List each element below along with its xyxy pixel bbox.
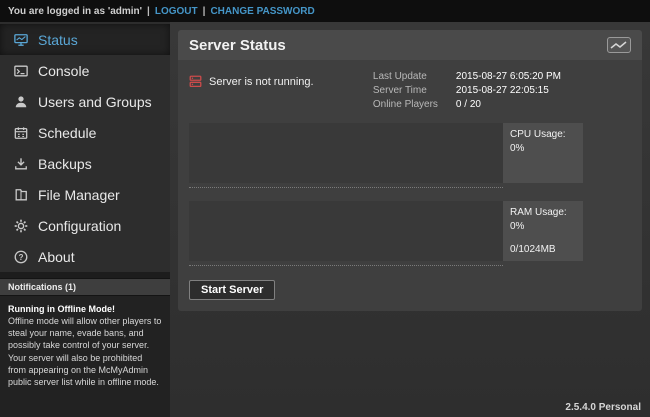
sidebar-item-console[interactable]: Console [0,55,170,86]
chart-view-icon[interactable] [607,37,631,53]
topbar: You are logged in as 'admin' | LOGOUT | … [0,0,650,22]
server-status-message: Server is not running. [209,76,314,88]
server-stats: Last Update 2015-08-27 6:05:20 PM Server T… [373,71,561,110]
notifications-header: Notifications (1) [0,278,170,296]
cpu-usage-label: CPU Usage: 0% [503,123,583,183]
file-manager-icon [13,187,28,202]
spacer [510,235,576,241]
backups-icon [13,156,28,171]
start-server-button[interactable]: Start Server [189,280,275,300]
ram-chart-column [189,201,503,266]
layout: Status Console Users and Groups Schedule Bac… [0,22,650,417]
page-title: Server Status [189,37,286,54]
notification-body: Offline mode will allow other players to… [8,315,162,388]
sidebar-item-file-manager[interactable]: File Manager [0,179,170,210]
schedule-icon [13,125,28,140]
status-row: Server is not running. Last Update 2015-0… [189,71,631,110]
ram-usage-title: RAM Usage: [510,207,576,218]
sidebar: Status Console Users and Groups Schedule Bac… [0,22,170,417]
console-icon [13,63,28,78]
notification-title: Running in Offline Mode! [8,303,162,315]
sidebar-item-label: About [38,249,75,265]
sidebar-item-label: Console [38,63,89,79]
sidebar-item-schedule[interactable]: Schedule [0,117,170,148]
panel-header: Server Status [178,30,642,60]
logged-in-text: You are logged in as 'admin' [8,6,142,17]
separator: | [203,6,206,17]
ram-chart-axis [189,265,503,266]
cpu-chart-column [189,123,503,188]
sidebar-item-configuration[interactable]: Configuration [0,210,170,241]
ram-usage-value: 0% [510,221,576,232]
sidebar-item-backups[interactable]: Backups [0,148,170,179]
server-error-icon [189,75,202,88]
status-icon [13,32,28,47]
cpu-usage-chart [189,123,503,183]
ram-usage-row: RAM Usage: 0% 0/1024MB [189,201,583,266]
about-icon: ? [13,249,28,264]
cpu-chart-axis [189,187,503,188]
ram-usage-chart [189,201,503,261]
sidebar-nav: Status Console Users and Groups Schedule Bac… [0,22,170,272]
panel-body: Server is not running. Last Update 2015-0… [178,60,642,311]
stat-value: 2015-08-27 22:05:15 [456,85,561,96]
sidebar-item-label: Backups [38,156,92,172]
sidebar-item-label: Status [38,32,78,48]
sidebar-item-about[interactable]: ? About [0,241,170,272]
logout-link[interactable]: LOGOUT [155,6,198,17]
stat-label: Online Players [373,99,438,110]
cpu-usage-value: 0% [510,143,576,154]
sidebar-item-label: File Manager [38,187,120,203]
sidebar-item-status[interactable]: Status [0,24,170,55]
stat-label: Last Update [373,71,438,82]
svg-text:?: ? [18,252,23,261]
sidebar-item-label: Users and Groups [38,94,152,110]
version-label: 2.5.4.0 Personal [565,402,641,413]
stat-value: 2015-08-27 6:05:20 PM [456,71,561,82]
stat-label: Server Time [373,85,438,96]
ram-usage-detail: 0/1024MB [510,244,576,255]
notifications-panel: Running in Offline Mode! Offline mode wi… [0,296,170,417]
sidebar-item-label: Schedule [38,125,96,141]
configuration-icon [13,218,28,233]
cpu-usage-row: CPU Usage: 0% [189,123,583,188]
sidebar-item-label: Configuration [38,218,121,234]
server-status-panel: Server Status [178,30,642,311]
change-password-link[interactable]: CHANGE PASSWORD [210,6,314,17]
separator: | [147,6,150,17]
cpu-usage-title: CPU Usage: [510,129,576,140]
users-icon [13,94,28,109]
main-area: Server Status [170,22,650,417]
sidebar-item-users-and-groups[interactable]: Users and Groups [0,86,170,117]
ram-usage-label: RAM Usage: 0% 0/1024MB [503,201,583,261]
server-message-row: Server is not running. [189,75,373,88]
stat-value: 0 / 20 [456,99,561,110]
